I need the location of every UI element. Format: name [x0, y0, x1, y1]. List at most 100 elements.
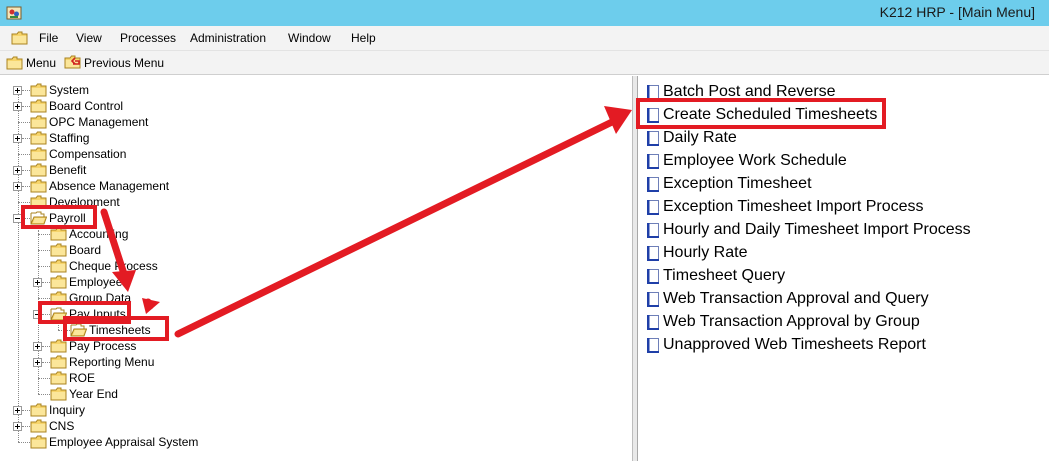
- list-item-unapproved-web-timesheets-report[interactable]: Unapproved Web Timesheets Report: [645, 335, 1045, 355]
- list-item-exception-timesheet-import-process[interactable]: Exception Timesheet Import Process: [645, 197, 1045, 217]
- expand-icon[interactable]: [13, 422, 22, 431]
- collapse-icon[interactable]: [13, 214, 22, 223]
- document-icon: [645, 107, 661, 123]
- tree-node-employee[interactable]: Employee: [33, 274, 433, 290]
- tree-node-roe[interactable]: ROE: [33, 370, 433, 386]
- folder-icon: [50, 275, 67, 289]
- collapse-icon[interactable]: [33, 310, 42, 319]
- list-item-label: Exception Timesheet Import Process: [663, 198, 924, 215]
- list-item-web-transaction-approval-and-query[interactable]: Web Transaction Approval and Query: [645, 289, 1045, 309]
- document-icon: [645, 245, 661, 261]
- tree-node-employee-appraisal-system[interactable]: Employee Appraisal System: [13, 434, 413, 450]
- folder-icon: [50, 227, 67, 241]
- list-item-exception-timesheet[interactable]: Exception Timesheet: [645, 174, 1045, 194]
- list-item-label: Exception Timesheet: [663, 175, 812, 192]
- expand-icon[interactable]: [33, 278, 42, 287]
- tree-node-label: Reporting Menu: [69, 355, 155, 369]
- navigation-tree[interactable]: System Board Control OPC Management Staffin…: [0, 76, 633, 461]
- tree-node-year-end[interactable]: Year End: [33, 386, 433, 402]
- list-item-create-scheduled-timesheets[interactable]: Create Scheduled Timesheets: [645, 105, 1045, 125]
- expand-icon[interactable]: [13, 406, 22, 415]
- tree-node-board[interactable]: Board: [33, 242, 433, 258]
- expand-icon[interactable]: [33, 358, 42, 367]
- tree-node-label: Payroll: [49, 211, 86, 225]
- list-item-batch-post-and-reverse[interactable]: Batch Post and Reverse: [645, 82, 1045, 102]
- tree-node-absence-management[interactable]: Absence Management: [13, 178, 413, 194]
- tree-node-staffing[interactable]: Staffing: [13, 130, 413, 146]
- expand-icon[interactable]: [13, 134, 22, 143]
- list-item-daily-rate[interactable]: Daily Rate: [645, 128, 1045, 148]
- expand-icon[interactable]: [13, 102, 22, 111]
- app-logo-icon[interactable]: [6, 5, 22, 21]
- tree-node-pay-process[interactable]: Pay Process: [33, 338, 433, 354]
- tree-node-label: OPC Management: [49, 115, 149, 129]
- menu-view[interactable]: View: [76, 31, 102, 45]
- tree-node-board-control[interactable]: Board Control: [13, 98, 413, 114]
- menu-button[interactable]: Menu: [6, 55, 56, 71]
- list-item-label: Timesheet Query: [663, 267, 786, 284]
- tree-node-compensation[interactable]: Compensation: [13, 146, 413, 162]
- tree-node-group-data[interactable]: Group Data: [33, 290, 433, 306]
- tree-node-label: Inquiry: [49, 403, 86, 417]
- list-item-web-transaction-approval-by-group[interactable]: Web Transaction Approval by Group: [645, 312, 1045, 332]
- window-title: K212 HRP - [Main Menu]: [879, 4, 1035, 20]
- list-item-hourly-and-daily-timesheet-import-process[interactable]: Hourly and Daily Timesheet Import Proces…: [645, 220, 1045, 240]
- menu-file[interactable]: File: [39, 31, 58, 45]
- folder-icon: [30, 83, 47, 97]
- title-bar: K212 HRP - [Main Menu]: [0, 0, 1049, 26]
- folder-icon: [50, 355, 67, 369]
- tree-node-system[interactable]: System: [13, 82, 413, 98]
- tree-node-accounting[interactable]: Accounting: [33, 226, 433, 242]
- tree-node-label: Development: [49, 195, 120, 209]
- tree-node-pay-inputs[interactable]: Pay Inputs: [33, 306, 433, 322]
- pane-splitter[interactable]: [633, 76, 638, 461]
- tree-node-cns[interactable]: CNS: [13, 418, 413, 434]
- tree-connector: [22, 138, 30, 139]
- tree-connector: [42, 282, 50, 283]
- toolbar: Menu Previous Menu: [0, 51, 1049, 75]
- document-icon: [645, 222, 661, 238]
- expand-icon[interactable]: [13, 182, 22, 191]
- list-item-label: Unapproved Web Timesheets Report: [663, 336, 926, 353]
- list-item-employee-work-schedule[interactable]: Employee Work Schedule: [645, 151, 1045, 171]
- tree-node-timesheets[interactable]: Timesheets: [53, 322, 453, 338]
- menu-administration[interactable]: Administration: [190, 31, 266, 45]
- folder-icon: [30, 99, 47, 113]
- previous-menu-button[interactable]: Previous Menu: [64, 55, 164, 71]
- folder-icon: [30, 179, 47, 193]
- tree-node-label: Accounting: [69, 227, 129, 241]
- expand-icon[interactable]: [13, 166, 22, 175]
- tree-node-payroll[interactable]: Payroll: [13, 210, 413, 226]
- tree-node-label: Board: [69, 243, 102, 257]
- list-item-hourly-rate[interactable]: Hourly Rate: [645, 243, 1045, 263]
- expand-icon[interactable]: [13, 86, 22, 95]
- tree-connector: [42, 346, 50, 347]
- folder-icon: [30, 435, 47, 449]
- folder-icon: [30, 115, 47, 129]
- menu-window[interactable]: Window: [288, 31, 331, 45]
- menu-items-list[interactable]: Batch Post and Reverse Create Scheduled T…: [639, 76, 1049, 461]
- tree-node-cheque-process[interactable]: Cheque Process: [33, 258, 433, 274]
- tree-node-label: Employee Appraisal System: [49, 435, 199, 449]
- list-item-timesheet-query[interactable]: Timesheet Query: [645, 266, 1045, 286]
- tree-node-reporting-menu[interactable]: Reporting Menu: [33, 354, 433, 370]
- tree-connector: [22, 218, 30, 219]
- previous-menu-label: Previous Menu: [84, 56, 165, 70]
- tree-node-inquiry[interactable]: Inquiry: [13, 402, 413, 418]
- expand-icon[interactable]: [33, 342, 42, 351]
- tree-node-label: Board Control: [49, 99, 124, 113]
- menu-button-label: Menu: [26, 56, 57, 70]
- tree-node-development[interactable]: Development: [13, 194, 413, 210]
- tree-node-benefit[interactable]: Benefit: [13, 162, 413, 178]
- menu-help[interactable]: Help: [351, 31, 376, 45]
- tree-node-label: Pay Process: [69, 339, 137, 353]
- tree-connector: [38, 266, 50, 267]
- tree-node-label: Cheque Process: [69, 259, 158, 273]
- tree-connector: [18, 202, 30, 203]
- tree-connector: [18, 122, 30, 123]
- tree-connector: [38, 234, 50, 235]
- tree-node-opc-management[interactable]: OPC Management: [13, 114, 413, 130]
- list-item-label: Web Transaction Approval by Group: [663, 313, 920, 330]
- folder-icon: [30, 403, 47, 417]
- menu-processes[interactable]: Processes: [120, 31, 176, 45]
